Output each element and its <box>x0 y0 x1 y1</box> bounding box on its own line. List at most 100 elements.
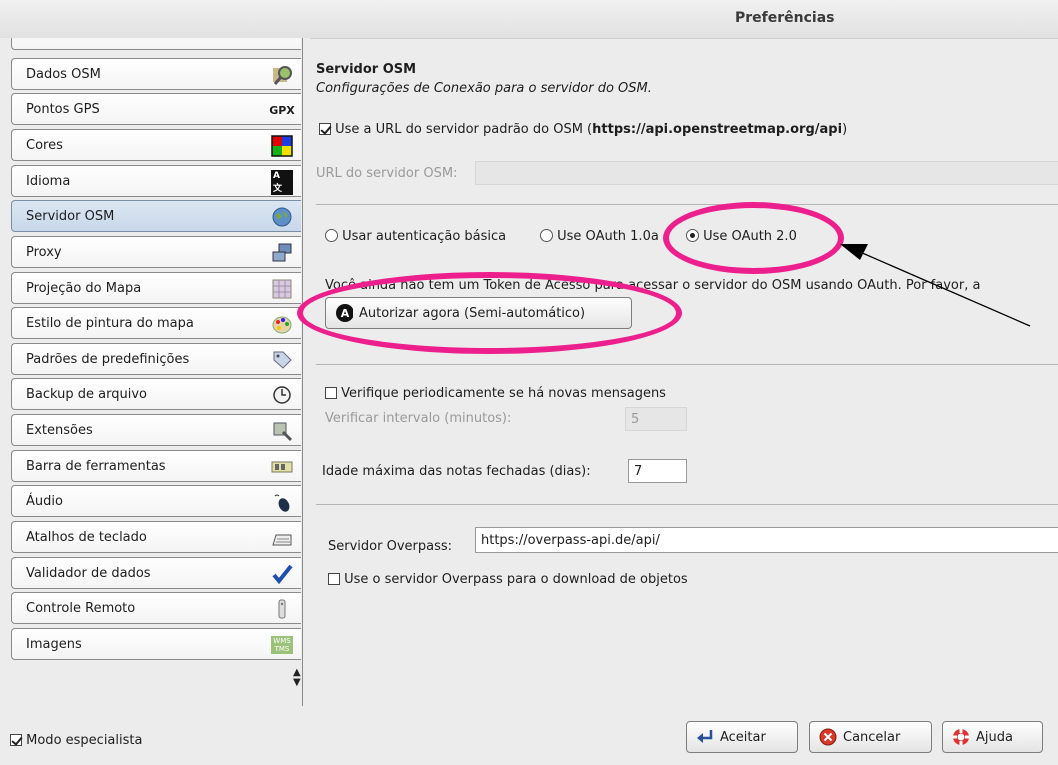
auth-radio-oauth2[interactable]: Use OAuth 2.0 <box>686 229 797 244</box>
sidebar-item-label: Cores <box>26 138 63 153</box>
sidebar-item-gps-points[interactable]: Pontos GPS GPX <box>11 93 301 125</box>
sidebar-item-label: Idioma <box>26 174 71 189</box>
sidebar-item-label: Dados OSM <box>26 67 101 82</box>
globe-icon <box>271 206 293 228</box>
radio-button[interactable] <box>540 229 553 242</box>
map-projection-icon <box>271 278 293 300</box>
accept-label: Aceitar <box>720 729 766 745</box>
server-url-label: URL do servidor OSM: <box>316 166 458 181</box>
toolbar-icon <box>271 456 293 478</box>
sidebar-item-label: Imagens <box>26 637 82 652</box>
radio-button[interactable] <box>325 229 338 242</box>
sidebar-item-partial[interactable] <box>11 38 301 50</box>
use-overpass-option[interactable]: Use o servidor Overpass para o download … <box>328 572 688 587</box>
clock-icon <box>271 384 293 406</box>
auth-radio-basic[interactable]: Usar autenticação básica <box>325 229 506 244</box>
sidebar-item-label: Extensões <box>26 423 93 438</box>
authorize-now-label: Autorizar agora (Semi-automático) <box>359 305 586 321</box>
panel-subheading: Configurações de Conexão para o servidor… <box>316 81 652 96</box>
sidebar-item-paint-style[interactable]: Estilo de pintura do mapa <box>11 307 301 339</box>
sidebar-item-file-backup[interactable]: Backup de arquivo <box>11 378 301 410</box>
plugin-icon <box>271 420 293 442</box>
sidebar-scroll-arrows[interactable]: ▲ ▼ <box>293 668 301 688</box>
sidebar-item-osm-data[interactable]: Dados OSM <box>11 58 301 90</box>
use-default-url-option[interactable]: Use a URL do servidor padrão do OSM (htt… <box>319 122 847 137</box>
cancel-label: Cancelar <box>843 729 901 745</box>
overpass-url-input[interactable] <box>475 527 1058 553</box>
accept-button[interactable]: Aceitar <box>686 721 798 753</box>
sidebar-item-preset-defaults[interactable]: Padrões de predefinições <box>11 343 301 375</box>
auth-oauth2-label: Use OAuth 2.0 <box>703 229 797 244</box>
lifebuoy-icon <box>952 728 970 746</box>
sidebar-item-map-projection[interactable]: Projeção do Mapa <box>11 272 301 304</box>
notes-age-label: Idade máxima das notas fechadas (dias): <box>322 464 591 479</box>
auth-radio-oauth1[interactable]: Use OAuth 1.0a <box>540 229 659 244</box>
expert-mode-option[interactable]: Modo especialista <box>10 733 142 748</box>
sidebar-item-label: Proxy <box>26 245 62 260</box>
divider <box>316 364 1058 365</box>
divider <box>316 504 1058 505</box>
annotation-arrow <box>840 244 1031 327</box>
paint-palette-icon <box>271 313 293 335</box>
cancel-button[interactable]: Cancelar <box>809 721 932 753</box>
sidebar-item-label: Validador de dados <box>26 566 151 581</box>
radio-button[interactable] <box>686 229 699 242</box>
sidebar-item-osm-server[interactable]: Servidor OSM <box>11 200 301 232</box>
keyboard-icon <box>271 527 293 549</box>
use-default-url-suffix: ) <box>842 122 848 137</box>
gpx-icon: GPX <box>269 103 295 117</box>
sidebar-item-label: Pontos GPS <box>26 102 100 117</box>
enter-arrow-icon <box>696 728 714 746</box>
sidebar-item-proxy[interactable]: Proxy <box>11 236 301 268</box>
sidebar-item-label: Servidor OSM <box>26 209 115 224</box>
panel-heading: Servidor OSM <box>316 62 417 77</box>
wms-tms-icon: WMS TMS <box>271 634 293 656</box>
language-icon: A 文 <box>271 169 293 195</box>
sidebar-item-toolbar[interactable]: Barra de ferramentas <box>11 450 301 482</box>
sidebar-item-label: Estilo de pintura do mapa <box>26 316 194 331</box>
color-palette-icon <box>271 135 293 157</box>
check-messages-checkbox[interactable] <box>325 387 337 399</box>
tag-icon <box>271 349 293 371</box>
interval-label: Verificar intervalo (minutos): <box>325 411 512 426</box>
sidebar-item-remote-control[interactable]: Controle Remoto <box>11 592 301 624</box>
sidebar-item-colors[interactable]: Cores <box>11 129 301 161</box>
help-button[interactable]: Ajuda <box>942 721 1043 753</box>
interval-input[interactable] <box>625 407 687 431</box>
sidebar-item-label: Controle Remoto <box>26 601 136 616</box>
sidebar-item-label: Backup de arquivo <box>26 387 147 402</box>
sidebar-item-audio[interactable]: Áudio <box>11 485 301 517</box>
sidebar-item-language[interactable]: Idioma A 文 <box>11 165 301 197</box>
auth-oauth1-label: Use OAuth 1.0a <box>557 229 659 244</box>
help-label: Ajuda <box>976 729 1013 745</box>
check-messages-label: Verifique periodicamente se há novas men… <box>341 386 666 401</box>
remote-control-icon <box>271 598 293 620</box>
use-default-url-checkbox[interactable] <box>319 123 331 135</box>
sidebar-item-keyboard-shortcuts[interactable]: Atalhos de teclado <box>11 521 301 553</box>
use-overpass-label: Use o servidor Overpass para o download … <box>344 572 688 587</box>
use-default-url-label: Use a URL do servidor padrão do OSM ( <box>335 122 593 137</box>
sidebar-item-data-validator[interactable]: Validador de dados <box>11 557 301 589</box>
sidebar-item-label: Atalhos de teclado <box>26 530 147 545</box>
server-url-input[interactable] <box>475 161 1058 185</box>
network-icon <box>271 242 293 264</box>
dialog-footer: Modo especialista Aceitar Cancelar Ajuda <box>0 706 1058 765</box>
sidebar-item-label: Áudio <box>26 494 63 509</box>
overpass-label: Servidor Overpass: <box>328 539 452 554</box>
checkmark-icon <box>271 563 293 585</box>
sidebar-item-plugins[interactable]: Extensões <box>11 414 301 446</box>
sidebar-item-label: Barra de ferramentas <box>26 459 166 474</box>
expert-mode-checkbox[interactable] <box>10 734 22 746</box>
use-overpass-checkbox[interactable] <box>328 573 340 585</box>
expert-mode-label: Modo especialista <box>26 733 143 748</box>
notes-age-input[interactable] <box>628 459 687 483</box>
sidebar-item-label: Padrões de predefinições <box>26 352 190 367</box>
cancel-icon <box>819 728 837 746</box>
sidebar-item-imagery[interactable]: Imagens WMS TMS <box>11 628 301 660</box>
oauth-logo-icon: A <box>335 304 353 322</box>
osm-server-panel: Servidor OSM Configurações de Conexão pa… <box>303 38 1058 706</box>
authorize-now-button[interactable]: A Autorizar agora (Semi-automático) <box>325 297 632 329</box>
window-title: Preferências <box>735 10 835 26</box>
check-messages-option[interactable]: Verifique periodicamente se há novas men… <box>325 386 666 401</box>
title-bar: Preferências <box>0 0 1058 39</box>
